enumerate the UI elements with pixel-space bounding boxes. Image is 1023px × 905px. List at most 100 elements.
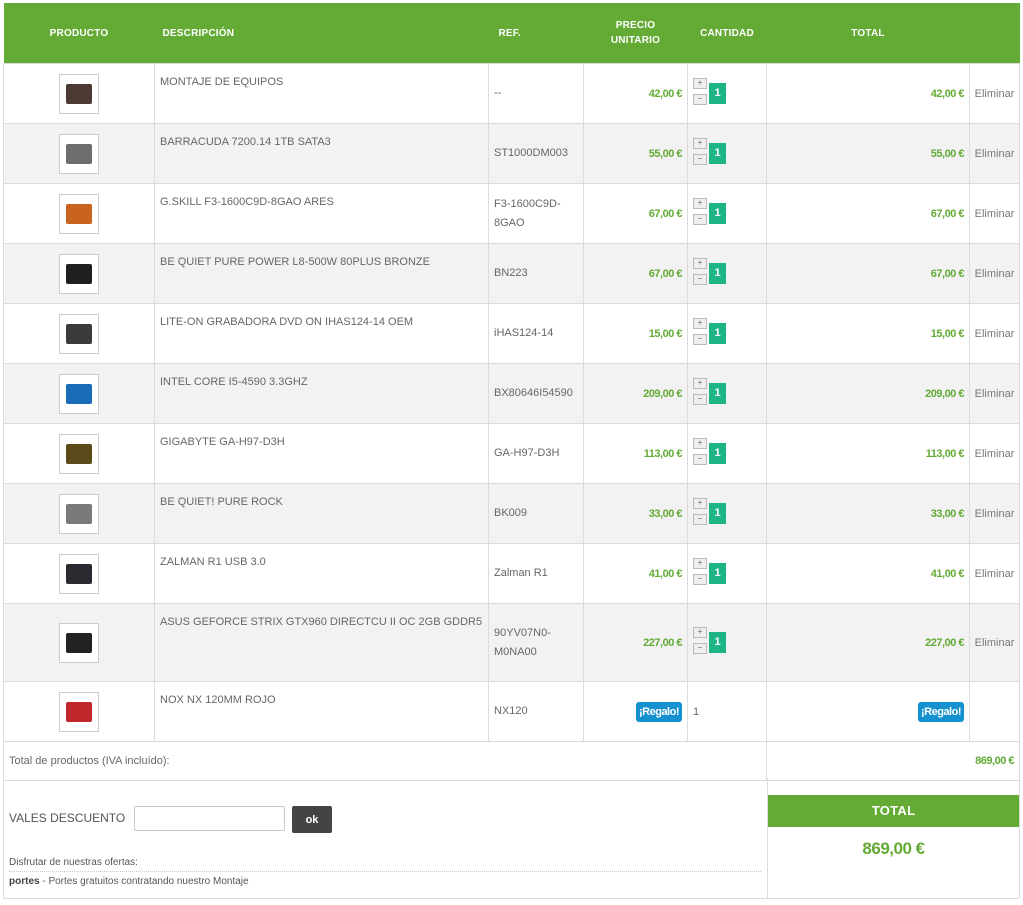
remove-link[interactable]: Eliminar <box>975 208 1015 220</box>
unit-price-cell: 42,00 € <box>583 63 688 124</box>
quantity-decrease-button[interactable]: − <box>693 154 707 165</box>
quantity-stepper: + − <box>693 137 707 170</box>
product-thumbnail[interactable] <box>59 313 99 354</box>
unit-price: 67,00 € <box>648 207 683 220</box>
product-name[interactable]: BARRACUDA 7200.14 1TB SATA3 <box>160 136 331 148</box>
product-thumbnail[interactable] <box>59 193 99 234</box>
product-image-cell <box>3 423 155 484</box>
quantity-stepper: + − <box>693 437 707 470</box>
line-total-cell: 113,00 € <box>766 423 970 484</box>
remove-link[interactable]: Eliminar <box>975 88 1015 100</box>
product-ref-value: BX80646I54590 <box>494 387 573 399</box>
remove-link[interactable]: Eliminar <box>975 568 1015 580</box>
product-ref: iHAS124-14 <box>488 303 584 364</box>
voucher-ok-button[interactable]: ok <box>292 806 332 833</box>
product-image-cell <box>3 543 155 604</box>
pc-case-icon <box>66 563 92 584</box>
product-thumbnail[interactable] <box>59 553 99 594</box>
product-description: BE QUIET! PURE ROCK <box>154 483 489 544</box>
remove-cell: Eliminar <box>969 63 1020 124</box>
header-cantidad: CANTIDAD <box>687 3 767 64</box>
quantity-increase-button[interactable]: + <box>693 78 707 89</box>
quantity-increase-button[interactable]: + <box>693 138 707 149</box>
quantity-value: 1 <box>709 563 726 584</box>
motherboard-icon <box>66 443 92 464</box>
unit-price: 55,00 € <box>648 147 683 160</box>
remove-link[interactable]: Eliminar <box>975 148 1015 160</box>
remove-link[interactable]: Eliminar <box>975 637 1015 649</box>
product-name[interactable]: LITE-ON GRABADORA DVD ON IHAS124-14 OEM <box>160 316 413 328</box>
quantity-value: 1 <box>709 443 726 464</box>
remove-cell <box>969 681 1020 742</box>
remove-link[interactable]: Eliminar <box>975 388 1015 400</box>
quantity-increase-button[interactable]: + <box>693 438 707 449</box>
product-ref: NX120 <box>488 681 584 742</box>
product-ref-value: -- <box>494 87 502 99</box>
product-name[interactable]: GIGABYTE GA-H97-D3H <box>160 436 285 448</box>
shopping-cart: PRODUCTO DESCRIPCIÓN REF. PRECIO UNITARIO… <box>3 3 1020 781</box>
product-name[interactable]: BE QUIET! PURE ROCK <box>160 496 283 508</box>
product-name[interactable]: INTEL CORE I5-4590 3.3GHZ <box>160 376 308 388</box>
quantity-decrease-button[interactable]: − <box>693 334 707 345</box>
quantity-value: 1 <box>709 383 726 404</box>
remove-link[interactable]: Eliminar <box>975 448 1015 460</box>
quantity-increase-button[interactable]: + <box>693 198 707 209</box>
product-thumbnail[interactable] <box>59 73 99 114</box>
product-name[interactable]: BE QUIET PURE POWER L8-500W 80PLUS BRONZ… <box>160 256 430 268</box>
product-description: NOX NX 120MM ROJO <box>154 681 489 742</box>
product-thumbnail[interactable] <box>59 133 99 174</box>
quantity-decrease-button[interactable]: − <box>693 574 707 585</box>
quantity-increase-button[interactable]: + <box>693 258 707 269</box>
cpu-box-icon <box>66 383 92 404</box>
voucher-input[interactable] <box>134 806 285 831</box>
product-name[interactable]: NOX NX 120MM ROJO <box>160 694 276 706</box>
remove-link[interactable]: Eliminar <box>975 508 1015 520</box>
quantity-decrease-button[interactable]: − <box>693 454 707 465</box>
unit-price-cell: 15,00 € <box>583 303 688 364</box>
quantity-stepper: + − <box>693 317 707 350</box>
quantity-decrease-button[interactable]: − <box>693 274 707 285</box>
quantity-value: 1 <box>709 203 726 224</box>
product-thumbnail[interactable] <box>59 493 99 534</box>
line-total: 33,00 € <box>930 507 965 520</box>
product-name[interactable]: MONTAJE DE EQUIPOS <box>160 76 283 88</box>
remove-cell: Eliminar <box>969 243 1020 304</box>
product-thumbnail[interactable] <box>59 253 99 294</box>
quantity-increase-button[interactable]: + <box>693 318 707 329</box>
remove-link[interactable]: Eliminar <box>975 268 1015 280</box>
quantity-decrease-button[interactable]: − <box>693 214 707 225</box>
quantity-decrease-button[interactable]: − <box>693 643 707 654</box>
header-descripcion-label: DESCRIPCIÓN <box>162 27 235 39</box>
quantity-increase-button[interactable]: + <box>693 627 707 638</box>
order-total-box: TOTAL 869,00 € <box>767 778 1020 898</box>
product-thumbnail[interactable] <box>59 433 99 474</box>
quantity-stepper: + − <box>693 626 707 659</box>
quantity-increase-button[interactable]: + <box>693 558 707 569</box>
product-name[interactable]: G.SKILL F3-1600C9D-8GAO ARES <box>160 196 334 208</box>
quantity-decrease-button[interactable]: − <box>693 394 707 405</box>
offer-item[interactable]: portes - Portes gratuitos contratando nu… <box>9 871 761 887</box>
product-name[interactable]: ZALMAN R1 USB 3.0 <box>160 556 266 568</box>
unit-price: 41,00 € <box>648 567 683 580</box>
product-thumbnail[interactable] <box>59 373 99 414</box>
product-ref-value: iHAS124-14 <box>494 327 554 339</box>
product-thumbnail[interactable] <box>59 622 99 663</box>
quantity-increase-button[interactable]: + <box>693 378 707 389</box>
product-description: G.SKILL F3-1600C9D-8GAO ARES <box>154 183 489 244</box>
product-image-cell <box>3 483 155 544</box>
header-descripcion: DESCRIPCIÓN <box>154 3 489 64</box>
product-ref: GA-H97-D3H <box>488 423 584 484</box>
product-ref: BN223 <box>488 243 584 304</box>
cart-row: LITE-ON GRABADORA DVD ON IHAS124-14 OEM i… <box>3 303 1020 364</box>
unit-price-cell: 33,00 € <box>583 483 688 544</box>
quantity-decrease-button[interactable]: − <box>693 514 707 525</box>
product-name[interactable]: ASUS GEFORCE STRIX GTX960 DIRECTCU II OC… <box>160 616 482 628</box>
line-total: 55,00 € <box>930 147 965 160</box>
product-thumbnail[interactable] <box>59 691 99 732</box>
quantity-increase-button[interactable]: + <box>693 498 707 509</box>
unit-price-cell: 55,00 € <box>583 123 688 184</box>
offer-code[interactable]: portes <box>9 876 40 887</box>
product-ref-value: ST1000DM003 <box>494 147 568 159</box>
remove-link[interactable]: Eliminar <box>975 328 1015 340</box>
quantity-decrease-button[interactable]: − <box>693 94 707 105</box>
